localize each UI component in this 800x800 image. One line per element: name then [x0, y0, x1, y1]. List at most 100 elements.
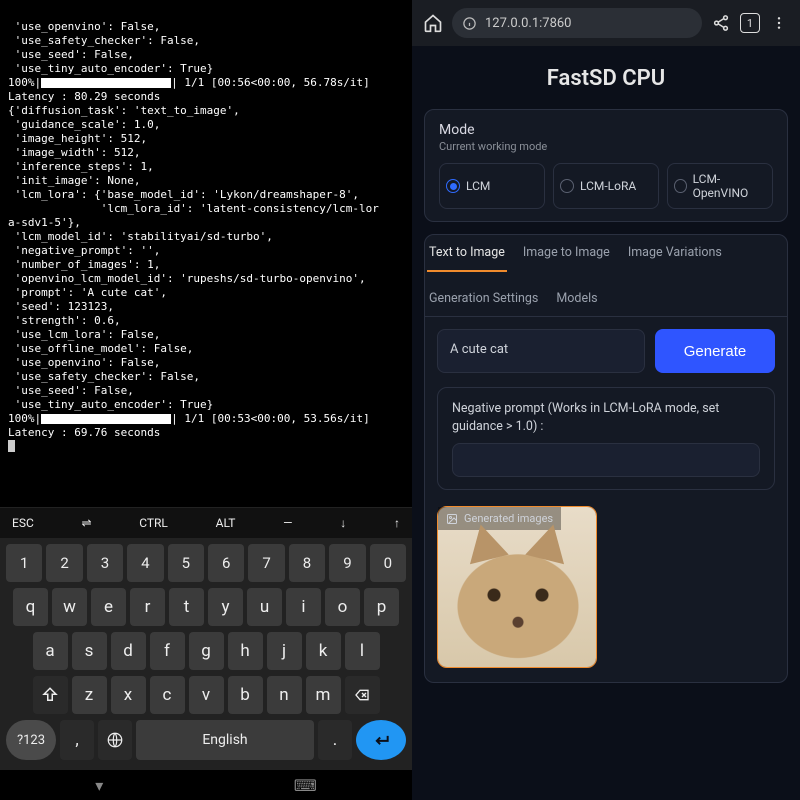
key-o[interactable]: o: [325, 588, 360, 626]
term-line: 'image_width': 512,: [8, 146, 140, 159]
tab-text-to-image[interactable]: Text to Image: [427, 239, 507, 272]
term-line: 'use_seed': False,: [8, 384, 134, 397]
term-line: 'seed': 123123,: [8, 300, 114, 313]
key-f[interactable]: f: [150, 632, 185, 670]
term-progress: 100%|| 1/1 [00:56<00:00, 56.78s/it]: [8, 76, 370, 89]
mode-option-label: LCM: [466, 179, 490, 193]
key-row-numbers: 1 2 3 4 5 6 7 8 9 0: [4, 544, 408, 582]
generate-button[interactable]: Generate: [655, 329, 775, 373]
key-esc[interactable]: ESC: [8, 514, 38, 532]
key-n[interactable]: n: [267, 676, 302, 714]
key-5[interactable]: 5: [168, 544, 204, 582]
key-comma[interactable]: ,: [60, 720, 94, 760]
key-t[interactable]: t: [169, 588, 204, 626]
url-bar[interactable]: 127.0.0.1:7860: [452, 8, 702, 38]
key-alt[interactable]: ALT: [212, 514, 240, 532]
mode-subtitle: Current working mode: [439, 140, 773, 153]
key-l[interactable]: l: [345, 632, 380, 670]
key-8[interactable]: 8: [289, 544, 325, 582]
key-6[interactable]: 6: [208, 544, 244, 582]
key-3[interactable]: 3: [87, 544, 123, 582]
menu-button[interactable]: [768, 12, 790, 34]
key-up[interactable]: ↑: [390, 514, 404, 532]
nav-keyboard-icon[interactable]: ⌨: [294, 776, 317, 795]
key-space[interactable]: English: [136, 720, 314, 760]
key-v[interactable]: v: [189, 676, 224, 714]
key-x[interactable]: x: [111, 676, 146, 714]
mode-option-label: LCM-OpenVINO: [693, 172, 766, 200]
backspace-icon: [352, 687, 372, 703]
mode-option-lcm-openvino[interactable]: LCM-OpenVINO: [667, 163, 773, 209]
mode-option-label: LCM-LoRA: [580, 179, 636, 193]
tabs-button[interactable]: 1: [740, 13, 760, 33]
key-symbols[interactable]: ?123: [6, 720, 56, 760]
gallery-frame[interactable]: Generated images: [437, 506, 597, 668]
term-line: {'diffusion_task': 'text_to_image',: [8, 104, 240, 117]
key-tab-icon[interactable]: ⇌: [77, 514, 95, 532]
mode-option-lcm-lora[interactable]: LCM-LoRA: [553, 163, 659, 209]
android-nav-bar: ▾ ⌨: [0, 770, 412, 800]
radio-dot-icon: [560, 179, 574, 193]
key-h[interactable]: h: [228, 632, 263, 670]
key-r[interactable]: r: [130, 588, 165, 626]
terminal-output[interactable]: 'use_openvino': False, 'use_safety_check…: [0, 0, 412, 507]
negative-prompt-input[interactable]: [452, 443, 760, 477]
key-s[interactable]: s: [72, 632, 107, 670]
key-shift[interactable]: [33, 676, 68, 714]
term-line: 'use_openvino': False,: [8, 356, 160, 369]
key-7[interactable]: 7: [248, 544, 284, 582]
key-row-qwerty: q w e r t y u i o p: [4, 588, 408, 626]
key-2[interactable]: 2: [46, 544, 82, 582]
key-ctrl[interactable]: CTRL: [135, 514, 172, 532]
key-z[interactable]: z: [72, 676, 107, 714]
tab-image-to-image[interactable]: Image to Image: [521, 239, 612, 271]
key-g[interactable]: g: [189, 632, 224, 670]
prompt-input[interactable]: A cute cat: [437, 329, 645, 373]
nav-back-icon[interactable]: ▾: [95, 776, 103, 795]
terminal-pane: 'use_openvino': False, 'use_safety_check…: [0, 0, 412, 800]
mode-options: LCM LCM-LoRA LCM-OpenVINO: [439, 163, 773, 209]
key-language[interactable]: [98, 720, 132, 760]
key-k[interactable]: k: [306, 632, 341, 670]
key-1[interactable]: 1: [6, 544, 42, 582]
share-button[interactable]: [710, 12, 732, 34]
term-line: 'number_of_images': 1,: [8, 258, 160, 271]
tabs-count: 1: [747, 17, 753, 30]
shift-icon: [41, 686, 59, 704]
globe-icon: [106, 731, 124, 749]
generated-image-cat[interactable]: [438, 507, 597, 667]
key-p[interactable]: p: [364, 588, 399, 626]
term-line: 'use_openvino': False,: [8, 20, 160, 33]
key-period[interactable]: .: [318, 720, 352, 760]
url-text: 127.0.0.1:7860: [485, 16, 572, 31]
tab-generation-settings[interactable]: Generation Settings: [427, 285, 540, 316]
key-backspace[interactable]: [345, 676, 380, 714]
tab-models[interactable]: Models: [554, 285, 599, 316]
home-button[interactable]: [422, 12, 444, 34]
key-w[interactable]: w: [52, 588, 87, 626]
key-e[interactable]: e: [91, 588, 126, 626]
key-row-bottom: ?123 , English .: [4, 720, 408, 760]
key-q[interactable]: q: [13, 588, 48, 626]
term-line: 'lcm_lora_id': 'latent-consistency/lcm-l…: [8, 202, 379, 215]
key-b[interactable]: b: [228, 676, 263, 714]
key-j[interactable]: j: [267, 632, 302, 670]
key-d[interactable]: d: [111, 632, 146, 670]
key-down[interactable]: ↓: [336, 514, 350, 532]
key-0[interactable]: 0: [370, 544, 406, 582]
key-4[interactable]: 4: [127, 544, 163, 582]
key-9[interactable]: 9: [329, 544, 365, 582]
browser-pane: 127.0.0.1:7860 1 FastSD CPU Mode Current…: [412, 0, 800, 800]
key-m[interactable]: m: [306, 676, 341, 714]
key-c[interactable]: c: [150, 676, 185, 714]
tab-image-variations[interactable]: Image Variations: [626, 239, 724, 271]
key-u[interactable]: u: [247, 588, 282, 626]
key-a[interactable]: a: [33, 632, 68, 670]
key-dash[interactable]: —: [279, 514, 296, 532]
key-enter[interactable]: [356, 720, 406, 760]
key-y[interactable]: y: [208, 588, 243, 626]
term-line: 'init_image': None,: [8, 174, 140, 187]
term-line: 'use_tiny_auto_encoder': True}: [8, 62, 213, 75]
mode-option-lcm[interactable]: LCM: [439, 163, 545, 209]
key-i[interactable]: i: [286, 588, 321, 626]
